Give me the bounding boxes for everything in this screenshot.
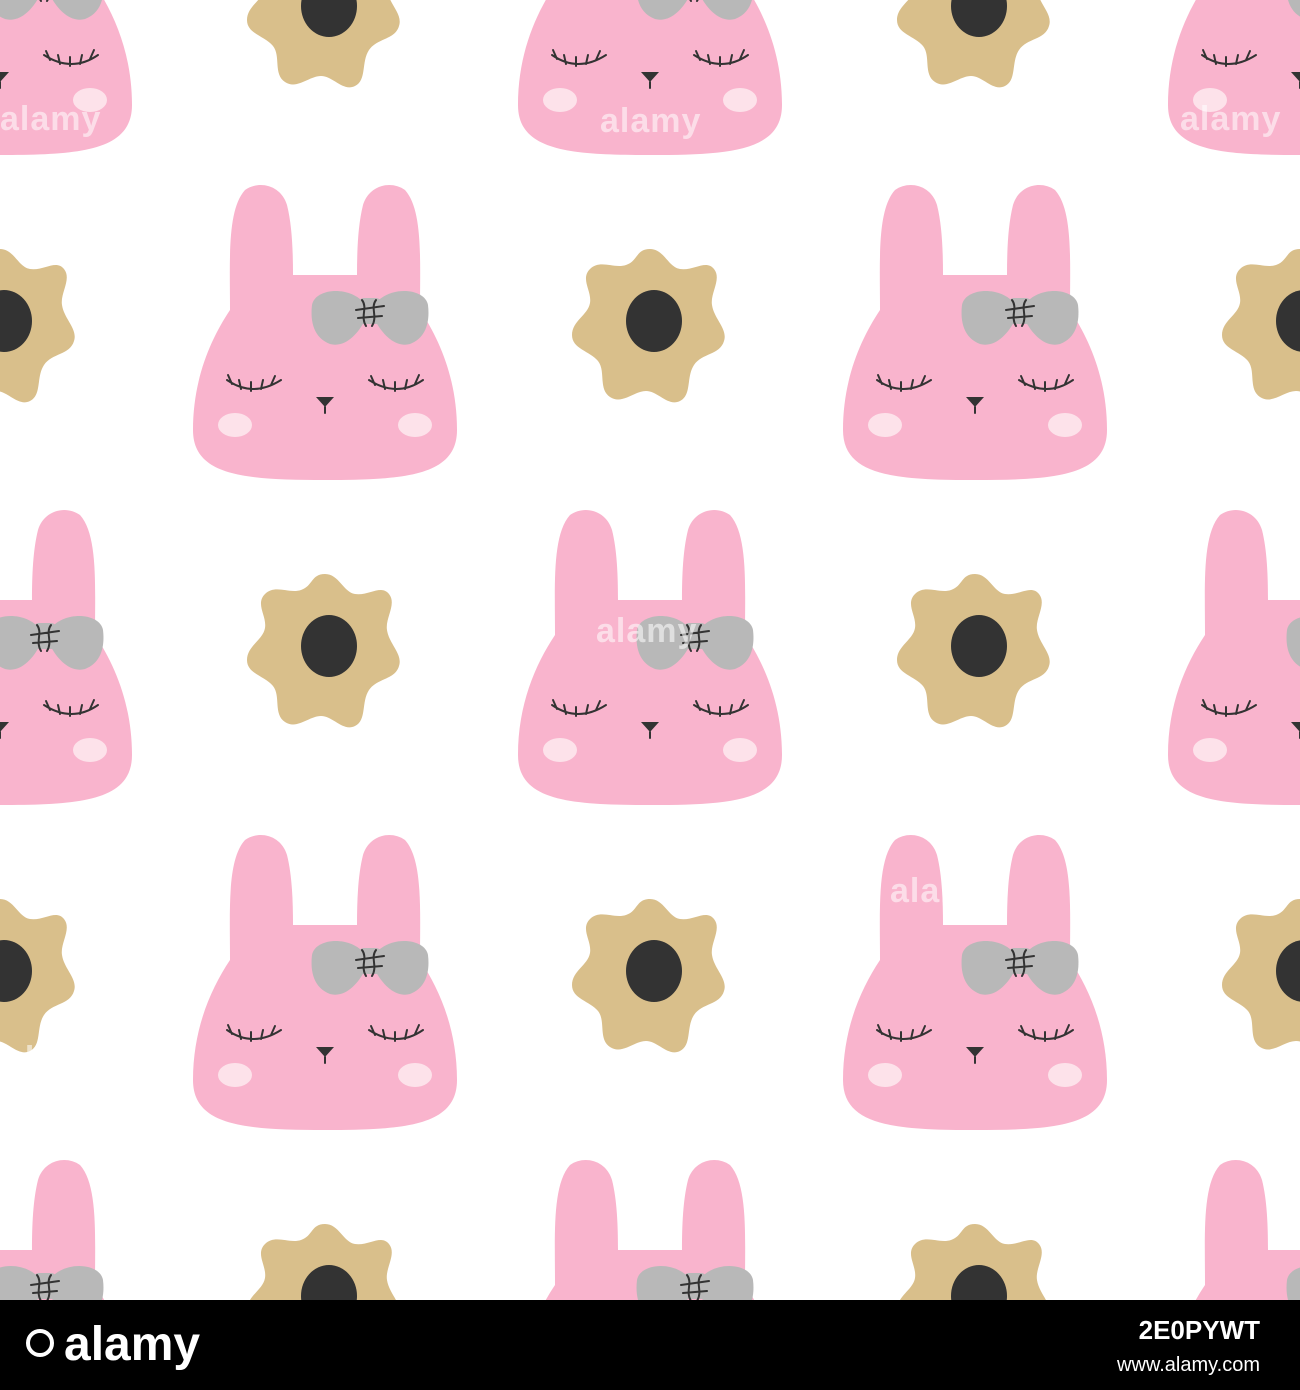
flower-icon [247,1224,400,1300]
pattern-svg: .bunny-head{fill:#f9b4cd;}.bunny-cheek{f… [0,0,1300,1300]
flower-icon [1222,249,1300,403]
flower-icon [897,574,1050,728]
flower-icon [0,899,75,1053]
flower-icon [247,574,400,728]
brand-logo: alamy [26,1312,200,1378]
flower-icon [572,899,725,1053]
flower-icon [897,0,1050,88]
flower-icon [0,249,75,403]
bunny-face-icon [1167,1159,1300,1300]
logo-mark-icon [26,1329,54,1358]
bunny-face-icon [1167,509,1300,806]
bunny-face-icon [1167,0,1300,156]
bunny-face-icon [517,0,783,156]
flower-icon [572,249,725,403]
pattern-illustration: .bunny-head{fill:#f9b4cd;}.bunny-cheek{f… [0,0,1300,1300]
bunny-face-icon [0,0,133,156]
flower-icon [897,1224,1050,1300]
flower-icon [1222,899,1300,1053]
image-id: 2E0PYWT [1138,1315,1260,1345]
site-url: www.alamy.com [1117,1354,1260,1376]
logo-text: alamy [64,1318,201,1371]
footer-bar: alamy 2E0PYWT www.alamy.com [0,1300,1300,1390]
flower-icon [247,0,400,88]
